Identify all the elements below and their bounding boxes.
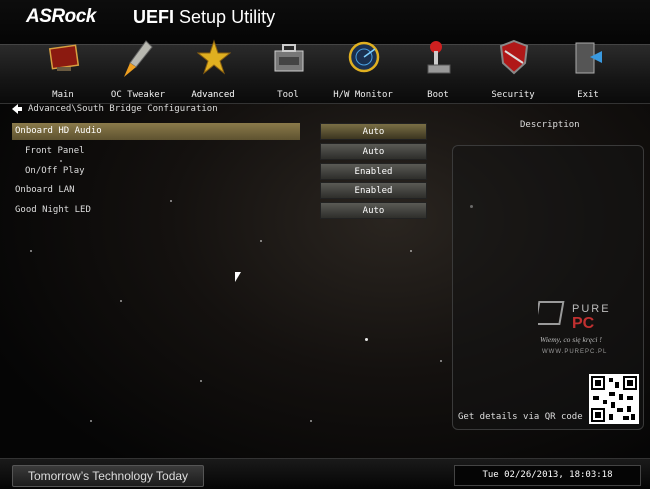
- breadcrumb-path: Advanced\South Bridge Configuration: [28, 104, 218, 114]
- watermark-brand-line2: PC: [572, 315, 595, 332]
- radar-icon: [348, 41, 380, 73]
- setting-value-onboard-hd-audio[interactable]: Auto: [320, 123, 427, 140]
- tab-security[interactable]: Security: [477, 39, 549, 103]
- asrock-logo: ASRock: [26, 6, 96, 27]
- tagline-box: Tomorrow’s Technology Today: [12, 465, 204, 487]
- datetime-display: Tue 02/26/2013, 18:03:18: [454, 465, 641, 486]
- setting-value-on-off-play[interactable]: Enabled: [320, 163, 427, 180]
- back-arrow-tail: [18, 106, 22, 111]
- setting-good-night-led[interactable]: Good Night LED: [12, 202, 300, 219]
- tab-oc-tweaker[interactable]: OC Tweaker: [102, 40, 174, 103]
- tab-oc-tweaker-label: OC Tweaker: [110, 90, 166, 100]
- star-icon: [197, 39, 231, 75]
- tab-advanced-label: Advanced: [191, 90, 235, 100]
- setting-label: Front Panel: [25, 146, 85, 156]
- setting-label: Good Night LED: [15, 205, 91, 215]
- watermark-url: WWW.PUREPC.PL: [542, 349, 607, 355]
- purepc-watermark-logo: PURE PC Wiemy, co się kręci ! WWW.PUREPC…: [538, 301, 611, 355]
- tab-tool[interactable]: Tool: [252, 44, 324, 103]
- main-monitor-icon: [48, 44, 80, 71]
- setting-front-panel[interactable]: Front Panel: [12, 143, 300, 160]
- watermark-brand-line1: PURE: [572, 303, 611, 315]
- tab-exit[interactable]: Exit: [552, 42, 624, 103]
- rocket-icon: [124, 40, 153, 77]
- qr-caption: Get details via QR code: [458, 412, 583, 422]
- mouse-cursor-icon: [235, 272, 241, 282]
- tab-boot[interactable]: Boot: [402, 41, 474, 103]
- setting-label: On/Off Play: [25, 166, 85, 176]
- tab-exit-label: Exit: [577, 90, 599, 100]
- tab-advanced[interactable]: Advanced: [177, 39, 249, 103]
- tab-tool-label: Tool: [277, 90, 299, 100]
- utility-title: UEFI Setup Utility: [133, 7, 276, 27]
- setting-on-off-play[interactable]: On/Off Play: [12, 163, 300, 180]
- tab-hw-monitor-label: H/W Monitor: [333, 90, 393, 100]
- joystick-icon: [427, 41, 451, 74]
- tab-security-label: Security: [491, 90, 535, 100]
- main-navigation: Main OC Tweaker Advanced Tool H/W Monito…: [0, 39, 650, 104]
- tab-boot-label: Boot: [427, 90, 449, 100]
- tab-hw-monitor[interactable]: H/W Monitor: [327, 41, 399, 103]
- setting-value-good-night-led[interactable]: Auto: [320, 202, 427, 219]
- exit-door-icon: [575, 42, 602, 74]
- breadcrumb: Advanced\South Bridge Configuration: [12, 103, 218, 115]
- description-title: Description: [520, 120, 580, 130]
- toolbox-icon: [274, 44, 304, 72]
- setting-onboard-hd-audio[interactable]: Onboard HD Audio: [12, 123, 300, 140]
- watermark-slogan: Wiemy, co się kręci !: [540, 335, 602, 344]
- setting-value-onboard-lan[interactable]: Enabled: [320, 182, 427, 199]
- tab-main-label: Main: [52, 90, 74, 100]
- tab-main[interactable]: Main: [27, 44, 99, 103]
- setting-value-front-panel[interactable]: Auto: [320, 143, 427, 160]
- setting-onboard-lan[interactable]: Onboard LAN: [12, 182, 300, 199]
- title-bar: ASRock UEFI Setup Utility: [0, 0, 650, 44]
- qr-code-icon: [589, 374, 639, 424]
- setting-label: Onboard HD Audio: [15, 126, 102, 136]
- setting-label: Onboard LAN: [15, 185, 75, 195]
- shield-icon: [499, 39, 529, 75]
